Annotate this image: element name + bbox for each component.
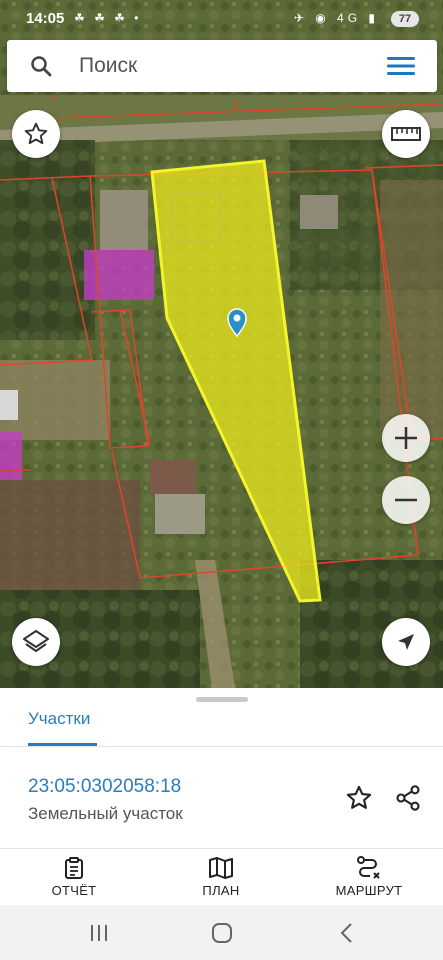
search-bar[interactable]: Поиск: [7, 40, 437, 92]
sheet-drag-handle[interactable]: [196, 697, 248, 702]
back-icon[interactable]: [334, 922, 360, 944]
status-time: 14:05: [26, 10, 65, 27]
route-button[interactable]: МАРШРУТ: [314, 856, 424, 902]
plus-icon: [395, 427, 417, 449]
zoom-in-button[interactable]: [382, 414, 430, 462]
divider: [0, 848, 443, 849]
battery-icon: 77: [391, 11, 419, 27]
search-icon[interactable]: [29, 54, 53, 78]
hamburger-menu-icon[interactable]: [387, 54, 415, 78]
report-label: ОТЧЁТ: [51, 883, 97, 898]
clipboard-icon: [65, 857, 83, 879]
status-bar: 14:05 ☘ ☘ ☘ • ✈ ◉ 4G ▮ 77: [0, 0, 443, 38]
signal-icons: ✈ ◉ 4G ▮: [293, 11, 379, 25]
recents-icon[interactable]: [86, 922, 112, 944]
plan-button[interactable]: ПЛАН: [166, 856, 276, 902]
satellite-map: [0, 0, 443, 688]
favorite-star-icon[interactable]: [345, 784, 373, 812]
navigation-arrow-icon: [398, 634, 414, 650]
report-button[interactable]: ОТЧЁТ: [19, 856, 129, 902]
system-navigation-bar: [0, 905, 443, 960]
divider: [0, 746, 443, 747]
route-label: МАРШРУТ: [335, 883, 403, 898]
object-type: Земельный участок: [28, 804, 183, 823]
cadastral-number[interactable]: 23:05:0302058:18: [28, 776, 181, 798]
home-icon[interactable]: [209, 922, 235, 944]
map-icon: [209, 857, 233, 879]
ruler-icon: [391, 127, 421, 141]
minus-icon: [395, 498, 417, 502]
star-icon: [24, 122, 48, 145]
share-icon[interactable]: [394, 784, 422, 812]
notification-icons: ☘ ☘ ☘ •: [74, 11, 142, 25]
zoom-out-button[interactable]: [382, 476, 430, 524]
search-input[interactable]: Поиск: [79, 54, 137, 78]
favorite-map-button[interactable]: [12, 110, 60, 158]
my-location-button[interactable]: [382, 618, 430, 666]
layers-button[interactable]: [12, 618, 60, 666]
route-icon: [357, 856, 380, 879]
ruler-button[interactable]: [382, 110, 430, 158]
map-view[interactable]: [0, 0, 443, 688]
tab-parcels[interactable]: Участки: [28, 709, 90, 729]
plan-label: ПЛАН: [202, 883, 240, 898]
layers-icon: [23, 630, 49, 652]
